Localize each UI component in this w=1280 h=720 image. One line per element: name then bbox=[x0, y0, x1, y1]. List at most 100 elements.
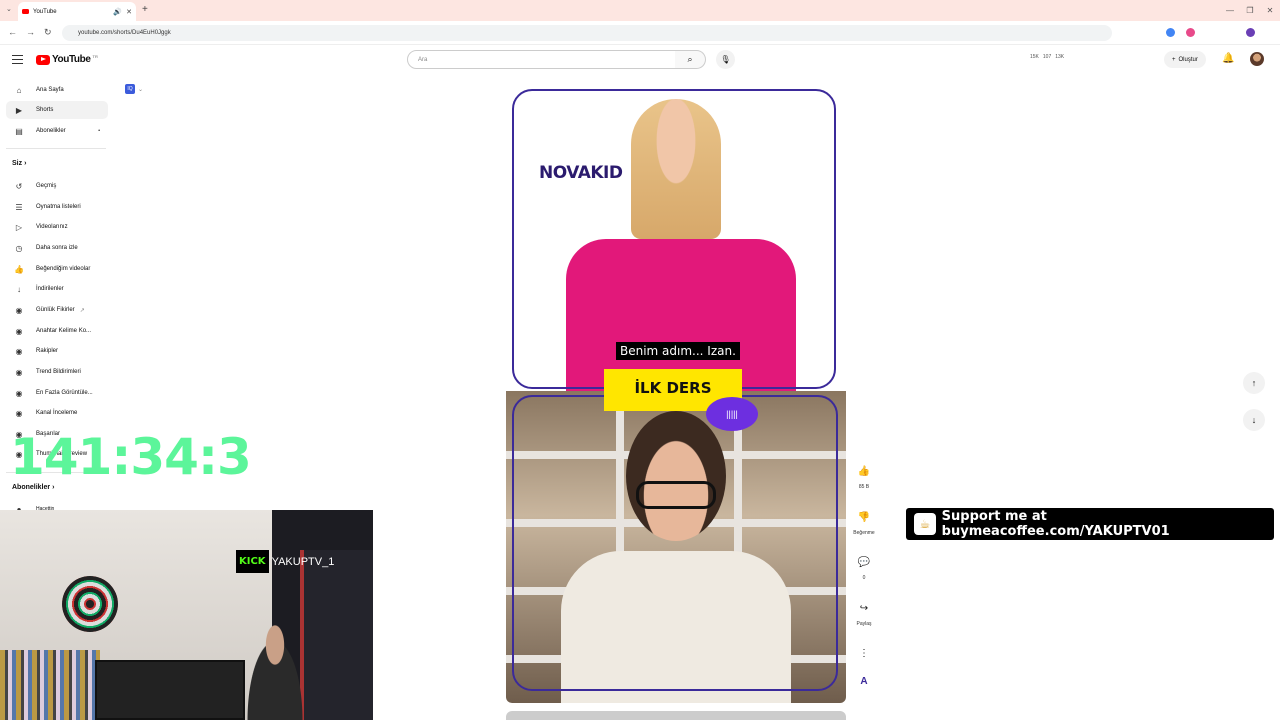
dislike-button[interactable]: 👎 Beğenme bbox=[850, 506, 878, 536]
extension-icon[interactable] bbox=[1166, 28, 1175, 37]
back-icon[interactable]: ← bbox=[8, 27, 17, 37]
forward-icon[interactable]: → bbox=[26, 27, 35, 37]
sidebar-item-label: Rakipler bbox=[36, 348, 59, 354]
logo-country: TR bbox=[92, 54, 98, 59]
more-options-button[interactable]: ⋮ bbox=[850, 642, 878, 664]
sidebar-item-history[interactable]: ↺ Geçmiş bbox=[6, 177, 108, 195]
dartboard bbox=[62, 576, 118, 632]
sidebar-item-label: Trend Bildirimleri bbox=[36, 369, 81, 375]
sidebar-item-downloads[interactable]: ↓ İndirilenler bbox=[6, 280, 108, 298]
menu-icon[interactable] bbox=[12, 55, 23, 64]
more-vertical-icon: ⋮ bbox=[853, 642, 875, 664]
extension-icon[interactable] bbox=[1186, 28, 1195, 37]
search-input[interactable]: Ara bbox=[407, 50, 676, 69]
close-tab-icon[interactable]: ✕ bbox=[126, 8, 132, 16]
sidebar-item-liked[interactable]: 👍 Beğendiğim videolar bbox=[6, 260, 108, 278]
sidebar-item-label: Anahtar Kelime Ko... bbox=[36, 328, 92, 334]
create-button[interactable]: + Oluştur bbox=[1164, 51, 1206, 68]
bookshelf bbox=[0, 650, 100, 720]
comment-count: 0 bbox=[862, 575, 866, 581]
like-icon: 👍 bbox=[14, 264, 24, 274]
playlist-icon: ☰ bbox=[15, 202, 23, 212]
brand-logo: NOVAKID bbox=[539, 163, 623, 183]
plus-icon: + bbox=[1172, 56, 1176, 63]
sidebar-item-label: Kanal İnceleme bbox=[36, 410, 78, 416]
search-icon: ⌕ bbox=[687, 54, 693, 64]
browser-tab[interactable]: YouTube 🔊 ✕ bbox=[18, 2, 136, 21]
next-short-button[interactable]: ↓ bbox=[1243, 409, 1265, 431]
logo-text: YouTube bbox=[52, 54, 91, 65]
audio-wave-icon: ||||| bbox=[706, 397, 758, 431]
sidebar-item-competitors[interactable]: ◉ Rakipler bbox=[6, 342, 108, 360]
external-link-icon: ↗ bbox=[79, 307, 85, 314]
youtube-favicon-icon bbox=[22, 9, 29, 14]
purple-frame bbox=[512, 395, 838, 691]
sidebar-item-channel-review[interactable]: ◉ Kanal İnceleme bbox=[6, 404, 108, 422]
extension-chip[interactable]: IQ ⌄ bbox=[125, 84, 143, 94]
support-text: Support me at buymeacoffee.com/YAKUPTV01 bbox=[941, 509, 1170, 539]
url-field[interactable]: youtube.com/shorts/Du4EuH0Jggk bbox=[62, 25, 1112, 41]
kick-logo-icon: KICK bbox=[236, 550, 269, 573]
gaming-chair bbox=[300, 550, 373, 720]
sidebar-item-keywords[interactable]: ◉ Anahtar Kelime Ko... bbox=[6, 322, 108, 340]
close-window-icon[interactable]: ✕ bbox=[1260, 6, 1280, 15]
sidebar-item-your-videos[interactable]: ▷ Videolarınız bbox=[6, 218, 108, 236]
video-icon: ▷ bbox=[15, 222, 23, 232]
sidebar-item-shorts[interactable]: ▶ Shorts bbox=[6, 101, 108, 119]
sidebar-item-home[interactable]: ⌂ Ana Sayfa bbox=[6, 81, 108, 99]
history-icon: ↺ bbox=[15, 181, 23, 191]
maximize-icon[interactable]: ❐ bbox=[1240, 6, 1260, 15]
previous-short-button[interactable]: ↑ bbox=[1243, 372, 1265, 394]
like-count: 85 B bbox=[858, 484, 870, 490]
tab-title: YouTube bbox=[33, 8, 57, 15]
sidebar-item-watch-later[interactable]: ◷ Daha sonra izle bbox=[6, 239, 108, 257]
sidebar-item-label: Beğendiğim videolar bbox=[36, 266, 91, 272]
new-tab-icon[interactable]: + bbox=[142, 4, 148, 15]
tab-list-icon[interactable]: ⌄ bbox=[6, 5, 12, 13]
download-icon: ↓ bbox=[17, 284, 21, 294]
voice-search-button[interactable]: 🎙 bbox=[716, 50, 735, 69]
like-button[interactable]: 👍 85 B bbox=[850, 460, 878, 490]
share-button[interactable]: ↪ Paylaş bbox=[850, 597, 878, 627]
audio-icon[interactable]: 🔊 bbox=[113, 8, 122, 16]
sidebar-item-label: En Fazla Görüntüle... bbox=[36, 390, 93, 396]
extension-badge-icon: IQ bbox=[125, 84, 135, 94]
sidebar-item-subscriptions[interactable]: ▤ Abonelikler • bbox=[6, 122, 108, 140]
create-label: Oluştur bbox=[1178, 56, 1198, 63]
stat-views: 15K bbox=[1030, 54, 1039, 60]
sidebar-item-playlists[interactable]: ☰ Oynatma listeleri bbox=[6, 198, 108, 216]
minimize-icon[interactable]: — bbox=[1220, 6, 1240, 15]
sidebar-item-label: Shorts bbox=[36, 107, 54, 113]
reload-icon[interactable]: ↻ bbox=[44, 27, 52, 38]
support-banner: ☕ Support me at buymeacoffee.com/YAKUPTV… bbox=[906, 508, 1274, 540]
video-subtitle: Benim adım... Izan. bbox=[616, 342, 740, 360]
notifications-bell-icon[interactable]: 🔔 bbox=[1222, 53, 1234, 64]
extension-icon: ◉ bbox=[15, 326, 23, 336]
extension-icon: ◉ bbox=[15, 408, 23, 418]
sidebar-item-label: Geçmiş bbox=[36, 183, 57, 189]
comment-button[interactable]: 💬 0 bbox=[850, 551, 878, 581]
youtube-header: YouTube TR Ara ⌕ 🎙 15K 107 13K + Oluştur… bbox=[0, 46, 1280, 74]
sidebar-item-label: İndirilenler bbox=[36, 286, 64, 292]
mic-icon: 🎙 bbox=[720, 55, 731, 64]
avatar[interactable] bbox=[1250, 52, 1264, 66]
monitor bbox=[95, 660, 245, 720]
you-heading[interactable]: Siz › bbox=[12, 160, 26, 167]
short-video-player[interactable]: NOVAKID Benim adım... Izan. İLK DERS |||… bbox=[506, 79, 846, 703]
youtube-logo[interactable]: YouTube TR bbox=[36, 54, 98, 65]
home-icon: ⌂ bbox=[16, 85, 22, 95]
stat-likes: 107 bbox=[1042, 54, 1052, 60]
sidebar-item-label: Ana Sayfa bbox=[36, 87, 64, 93]
sidebar-item-most-viewed[interactable]: ◉ En Fazla Görüntüle... bbox=[6, 384, 108, 402]
kick-username: YAKUPTV_1 bbox=[271, 555, 335, 568]
address-bar-row: ← → ↻ youtube.com/shorts/Du4EuH0Jggk bbox=[0, 21, 1280, 45]
sidebar-item-trend-alerts[interactable]: ◉ Trend Bildirimleri bbox=[6, 363, 108, 381]
next-short-preview[interactable] bbox=[506, 711, 846, 720]
sidebar-item-daily-ideas[interactable]: ◉ Günlük Fikirler ↗ bbox=[6, 301, 108, 319]
profile-icon[interactable] bbox=[1246, 28, 1255, 37]
stat-subs: 13K bbox=[1055, 54, 1065, 60]
stream-timer: 141:34:3 bbox=[10, 428, 252, 486]
search-button[interactable]: ⌕ bbox=[675, 50, 706, 69]
video-top-half: NOVAKID Benim adım... Izan. bbox=[506, 79, 846, 391]
channel-avatar-icon[interactable]: A bbox=[856, 676, 872, 692]
